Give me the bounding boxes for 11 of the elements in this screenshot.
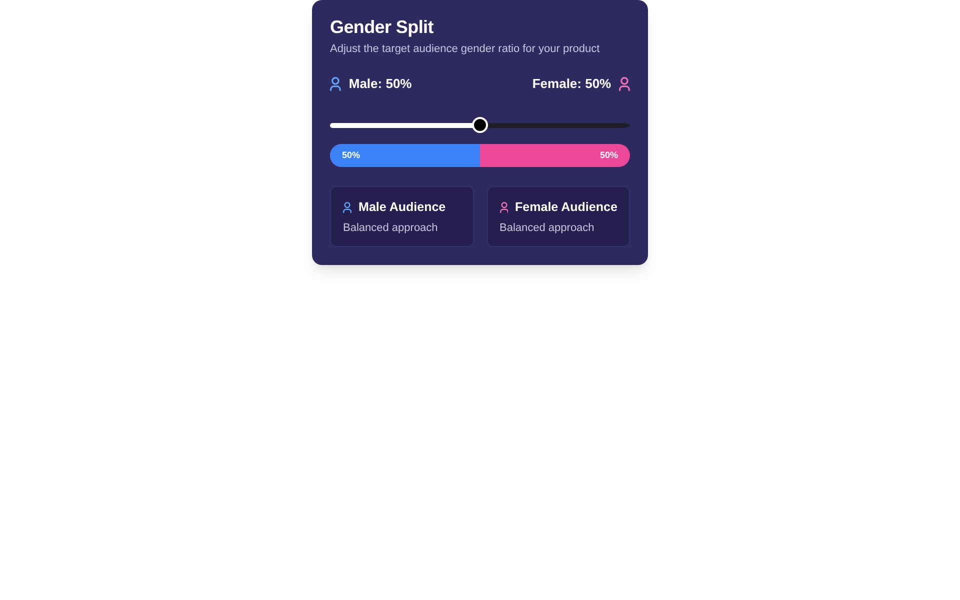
audience-description: Balanced approach <box>343 221 439 235</box>
percent-label: 50% <box>600 150 618 161</box>
card-subtitle: Adjust the target audience gender ratio for your product <box>330 42 601 56</box>
ratio-label: Male: 50% <box>348 75 412 94</box>
audience-title: Female Audience <box>515 199 618 215</box>
slider-thumb[interactable] <box>472 117 488 133</box>
ratio-label: Female: 50% <box>532 75 612 94</box>
card-title: Gender Split <box>330 16 434 38</box>
audience-description: Balanced approach <box>500 221 596 235</box>
percent-label: 50% <box>342 150 360 161</box>
audience-title: Male Audience <box>358 199 446 215</box>
